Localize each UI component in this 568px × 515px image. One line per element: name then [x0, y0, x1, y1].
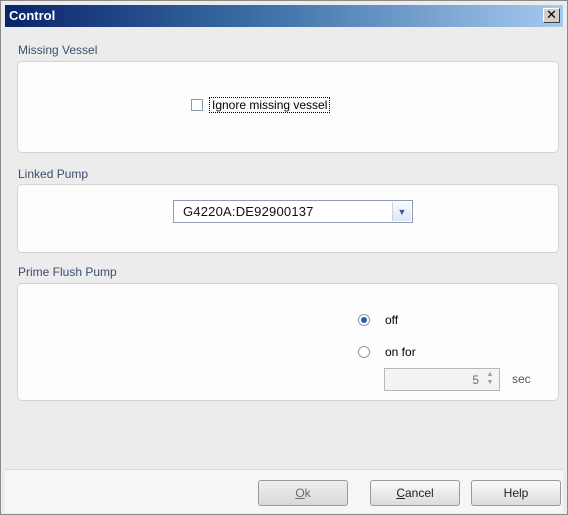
spinner-arrows-icon[interactable]: ▲ ▼	[485, 371, 495, 388]
ignore-missing-vessel-label[interactable]: Ignore missing vessel	[209, 97, 331, 113]
radio-off[interactable]	[358, 314, 370, 326]
linked-pump-value: G4220A:DE92900137	[183, 204, 314, 219]
ignore-missing-vessel-option[interactable]: Ignore missing vessel	[191, 97, 331, 113]
ignore-missing-vessel-checkbox[interactable]	[191, 99, 203, 111]
close-icon: ✕	[546, 7, 557, 22]
cancel-button[interactable]: Cancel	[370, 480, 460, 506]
linked-pump-select[interactable]: G4220A:DE92900137 ▼	[173, 200, 413, 223]
control-dialog: Control ✕ Missing Vessel Ignore missing …	[0, 0, 568, 515]
prime-flush-group-label: Prime Flush Pump	[18, 265, 117, 279]
chevron-down-icon[interactable]: ▼	[392, 202, 411, 221]
ok-button[interactable]: Ok	[258, 480, 348, 506]
duration-spinner[interactable]: 5 ▲ ▼	[384, 368, 500, 391]
missing-vessel-group-label: Missing Vessel	[18, 43, 98, 57]
duration-unit: sec	[512, 372, 531, 386]
duration-value: 5	[472, 373, 479, 387]
linked-pump-group-label: Linked Pump	[18, 167, 89, 181]
radio-on-for-label[interactable]: on for	[385, 345, 416, 359]
help-button[interactable]: Help	[471, 480, 561, 506]
close-button[interactable]: ✕	[543, 8, 560, 23]
window-title: Control	[9, 8, 56, 23]
title-bar[interactable]: Control ✕	[5, 5, 563, 27]
radio-off-label[interactable]: off	[385, 313, 398, 327]
radio-on-for[interactable]	[358, 346, 370, 358]
